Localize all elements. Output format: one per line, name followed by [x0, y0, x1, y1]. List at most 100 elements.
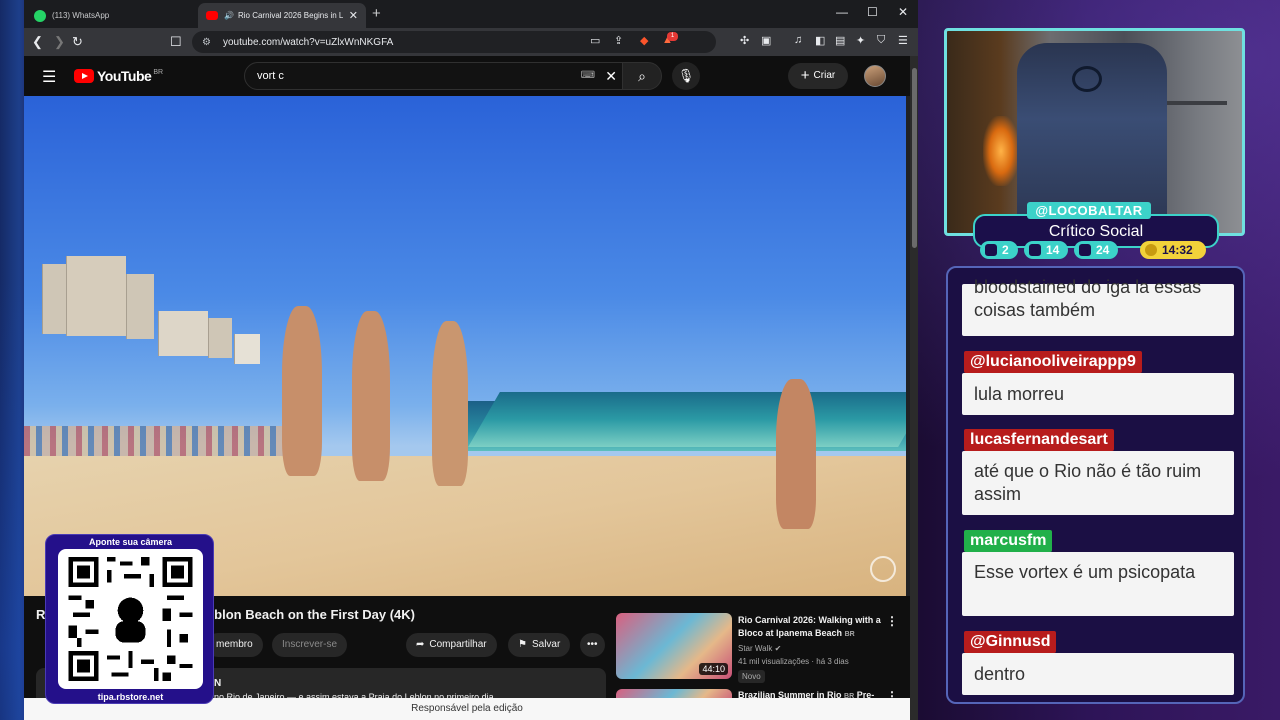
person [282, 306, 322, 476]
chat-message-text: bloodstained do iga la essas coisas tamb… [974, 277, 1202, 320]
stat-value: 14 [1046, 243, 1060, 257]
chat-message-text: Esse vortex é um psicopata [974, 562, 1196, 582]
cast-icon[interactable]: ▭ [590, 34, 600, 47]
search-value: vort c [257, 70, 284, 82]
rec-country: BR [844, 631, 855, 638]
chat-username: @lucianooliveirappp9 [964, 351, 1142, 373]
qr-panel: Aponte sua câmera tipa.rbstore.net [45, 534, 214, 704]
reload-button[interactable]: ↻ [72, 34, 83, 50]
close-window-button[interactable]: ✕ [898, 5, 908, 19]
subscribe-label: Inscrever-se [282, 639, 338, 650]
address-bar[interactable]: ⚙ youtube.com/watch?v=uZlxWnNKGFA [192, 31, 716, 53]
keyboard-icon[interactable]: ⌨ [581, 63, 595, 89]
building [66, 256, 126, 336]
clock-icon [1145, 244, 1157, 256]
hamburger-menu-icon[interactable]: ☰ [42, 67, 56, 87]
back-button[interactable]: ❮ [32, 34, 43, 50]
video-player[interactable] [24, 96, 906, 596]
twitch-viewers: 2 [980, 241, 1018, 259]
stat-value: 14:32 [1162, 243, 1193, 257]
youtube-viewers: 14 [1024, 241, 1068, 259]
wallet-icon[interactable]: ▤ [835, 34, 845, 47]
screenshot-icon[interactable]: ▣ [761, 34, 771, 47]
vpn-icon[interactable]: ⛉ [877, 34, 885, 47]
chat-username: lucasfernandesart [964, 429, 1114, 451]
stat-value: 2 [1002, 243, 1009, 257]
person [776, 379, 816, 529]
create-button[interactable]: + Criar [788, 63, 848, 89]
search-input[interactable]: vort c ⌨ ✕ [244, 62, 626, 90]
site-info-icon[interactable]: ⚙ [202, 37, 211, 48]
qr-code [68, 557, 193, 681]
person [432, 321, 468, 486]
chat-message: dentro [962, 653, 1234, 695]
new-badge: Novo [738, 670, 765, 683]
browser-toolbar: ❮ ❯ ↻ ☐ ⚙ youtube.com/watch?v=uZlxWnNKGF… [24, 28, 918, 56]
search-button[interactable]: ⌕ [622, 62, 662, 90]
plus-icon: + [800, 67, 810, 84]
qr-code-frame [58, 549, 203, 689]
tab-whatsapp[interactable]: (113) WhatsApp [26, 3, 194, 28]
tab-strip: (113) WhatsApp 🔊 Rio Carnival 2026 Begin… [24, 0, 918, 28]
chat-panel: bloodstained do iga la essas coisas tamb… [946, 266, 1245, 704]
twitch-icon [985, 244, 997, 256]
maximize-button[interactable]: ☐ [867, 5, 878, 19]
save-icon: ⚑ [518, 639, 527, 650]
tab-label: Rio Carnival 2026 Begins in Leblon [237, 11, 343, 20]
voice-search-button[interactable]: 🎙 [672, 62, 700, 90]
new-tab-button[interactable]: + [372, 5, 381, 22]
recommendation-thumbnail[interactable]: 44:10 [616, 613, 732, 679]
building [42, 264, 66, 334]
chat-username: marcusfm [964, 530, 1053, 552]
share-icon[interactable]: ⇪ [614, 34, 623, 47]
chat-message: até que o Rio não é tão ruim assim [962, 451, 1234, 515]
stat-value: 24 [1096, 243, 1110, 257]
chat-message-text: lula morreu [974, 384, 1065, 404]
shelf [1167, 101, 1227, 105]
close-tab-icon[interactable]: ✕ [349, 9, 358, 22]
leo-ai-icon[interactable]: ✦ [856, 34, 865, 47]
menu-icon[interactable]: ☰ [898, 34, 908, 47]
channel-name: Star Walk [738, 644, 773, 653]
share-icon: ➦ [416, 639, 425, 650]
extensions-icon[interactable]: ✣ [740, 34, 749, 47]
recommendation-title[interactable]: Rio Carnival 2026: Walking with a Bloco … [738, 614, 882, 641]
youtube-logo[interactable]: YouTube BR [74, 68, 163, 84]
share-button[interactable]: ➦ Compartilhar [406, 633, 497, 657]
stream-uptime: 14:32 [1140, 241, 1206, 259]
music-icon[interactable]: ♫ [794, 34, 802, 46]
member-label: membro [216, 639, 253, 650]
forward-button[interactable]: ❯ [54, 34, 65, 50]
tab-label: (113) WhatsApp [52, 11, 110, 20]
streamer-handle: @LOCOBALTAR [1027, 202, 1151, 219]
scrollbar-thumb[interactable] [912, 68, 917, 248]
account-avatar[interactable] [864, 65, 886, 87]
recommendation-stats: 41 mil visualizações · há 3 dias [738, 657, 849, 666]
more-actions-button[interactable]: ••• [580, 633, 605, 657]
youtube-icon [1029, 244, 1041, 256]
recommendation-channel[interactable]: Star Walk ✔ [738, 644, 781, 653]
sidebar-icon[interactable]: ◧ [815, 34, 825, 47]
person [352, 311, 390, 481]
chat-message: Esse vortex é um psicopata [962, 552, 1234, 616]
qr-instruction: Aponte sua câmera [88, 537, 173, 547]
recommendation-menu-icon[interactable]: ⋮ [886, 614, 898, 628]
chat-username: @Ginnusd [964, 631, 1057, 653]
bookmark-icon[interactable]: ☐ [170, 34, 182, 50]
tab-youtube[interactable]: 🔊 Rio Carnival 2026 Begins in Leblon ✕ [198, 3, 366, 28]
rec-title-text: Rio Carnival 2026: Walking with a Bloco … [738, 615, 881, 638]
chair-logo-icon [1072, 66, 1102, 92]
brave-shields-icon[interactable]: ◆ [640, 34, 648, 47]
clear-search-icon[interactable]: ✕ [605, 63, 617, 89]
save-button[interactable]: ⚑ Salvar [508, 633, 571, 657]
title-text: Leblon Beach on the First Day (4K) [199, 607, 415, 622]
create-label: Criar [813, 70, 836, 81]
minimize-button[interactable]: — [836, 5, 848, 19]
logo-text: YouTube [97, 68, 152, 84]
subscribe-button[interactable]: Inscrever-se [272, 633, 348, 657]
video-duration: 44:10 [699, 663, 728, 675]
youtube-header: ☰ YouTube BR vort c ⌨ ✕ ⌕ 🎙 + Criar [24, 56, 910, 96]
speaker-icon[interactable]: 🔊 [224, 11, 234, 20]
chat-message: bloodstained do iga la essas coisas tamb… [962, 277, 1234, 336]
join-button[interactable]: membro [206, 633, 263, 657]
